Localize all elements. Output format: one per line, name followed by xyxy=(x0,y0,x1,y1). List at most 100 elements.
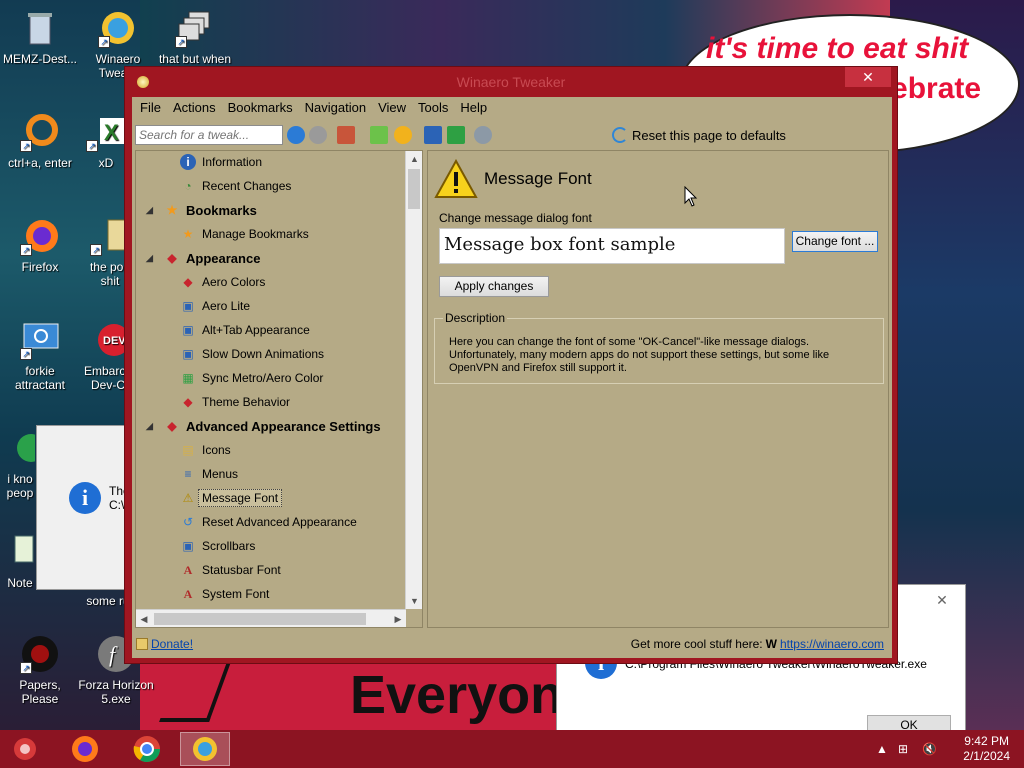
tree-horizontal-scrollbar[interactable]: ◀ ▶ xyxy=(136,609,406,627)
title-bar[interactable]: Winaero Tweaker ✕ xyxy=(125,67,897,97)
scroll-right-icon[interactable]: ▶ xyxy=(390,610,406,628)
tree-item-system-font[interactable]: A System Font xyxy=(180,583,273,605)
tree-item-bookmarks[interactable]: ◢ ★ Bookmarks xyxy=(146,199,261,221)
desktop-icon-firefox[interactable]: ↗ Firefox xyxy=(0,216,80,274)
volume-muted-icon[interactable]: 🔇 xyxy=(922,742,937,756)
tree-vertical-scrollbar[interactable]: ▲ ▼ xyxy=(405,151,422,609)
donate-link[interactable]: Donate! xyxy=(136,637,193,651)
tree-item-menus[interactable]: ≡ Menus xyxy=(180,463,242,485)
tree-item-message-font[interactable]: ⚠ Message Font xyxy=(180,487,283,509)
bubble-text: it's time to eat shit xyxy=(706,32,969,65)
window-icon: ▣ xyxy=(182,299,194,313)
gear-icon[interactable] xyxy=(474,126,492,144)
start-button[interactable] xyxy=(0,732,50,766)
palette-icon: ◆ xyxy=(183,275,193,289)
clock[interactable]: 9:42 PM 2/1/2024 xyxy=(963,734,1010,764)
menu-file[interactable]: File xyxy=(134,97,167,119)
shortcut-arrow-icon: ↗ xyxy=(86,140,98,152)
menu-navigation[interactable]: Navigation xyxy=(299,97,372,119)
palette-icon: ◆ xyxy=(183,395,193,409)
desktop-icon-papers-please[interactable]: ↗ Papers, Please xyxy=(0,634,80,706)
background-dialog-left[interactable]: i The C:\ xyxy=(36,425,136,590)
menu-help[interactable]: Help xyxy=(454,97,493,119)
chrome-icon xyxy=(133,736,161,763)
desktop-icon-memz[interactable]: MEMZ-Dest... xyxy=(0,8,80,66)
expand-arrow-icon[interactable]: ◢ xyxy=(146,205,153,216)
tree-item-slow-down-animations[interactable]: ▣ Slow Down Animations xyxy=(180,343,328,365)
tree-item-aero-lite[interactable]: ▣ Aero Lite xyxy=(180,295,254,317)
devcpp-icon: DEV xyxy=(88,320,130,360)
warning-icon xyxy=(434,159,478,198)
taskbar-winaero[interactable] xyxy=(180,732,230,766)
tree-item-aero-colors[interactable]: ◆ Aero Colors xyxy=(180,271,269,293)
tree-item-reset-advanced-appearance[interactable]: ↺ Reset Advanced Appearance xyxy=(180,511,361,533)
scroll-thumb[interactable] xyxy=(408,169,420,209)
window-title: Winaero Tweaker xyxy=(456,74,566,90)
network-icon[interactable]: ⊞ xyxy=(898,742,908,756)
firefox-icon: ↗ xyxy=(20,216,60,256)
mouse-cursor-icon xyxy=(684,186,698,207)
tree-item-statusbar-font[interactable]: A Statusbar Font xyxy=(180,559,285,581)
description-text: Here you can change the font of some "OK… xyxy=(449,336,830,374)
tree-item-sync-metro-aero-color[interactable]: ▦ Sync Metro/Aero Color xyxy=(180,367,327,389)
tree-item-appearance[interactable]: ◢ ◆ Appearance xyxy=(146,247,264,269)
scroll-up-icon[interactable]: ▲ xyxy=(406,151,423,167)
winaero-link[interactable]: https://winaero.com xyxy=(780,637,884,651)
info-icon: i xyxy=(69,482,101,514)
tree-item-scrollbars[interactable]: ▣ Scrollbars xyxy=(180,535,259,557)
folder-icon: ▤ xyxy=(182,443,194,457)
menu-tools[interactable]: Tools xyxy=(412,97,454,119)
tree-item-label: Icons xyxy=(202,443,231,457)
checkmark-icon[interactable] xyxy=(447,126,465,144)
tree-item-advanced-appearance-settings[interactable]: ◢ ◆ Advanced Appearance Settings xyxy=(146,415,385,437)
taskbar-chrome[interactable] xyxy=(122,732,172,766)
desktop-icon-note[interactable]: Note xyxy=(0,532,40,590)
tree-item-label: Slow Down Animations xyxy=(202,347,325,361)
tree-item-manage-bookmarks[interactable]: ★ Manage Bookmarks xyxy=(180,223,313,245)
tree-item-icons[interactable]: ▤ Icons xyxy=(180,439,235,461)
winaero-tweaker-window: Winaero Tweaker ✕ File Actions Bookmarks… xyxy=(124,66,898,664)
description-legend: Description xyxy=(443,311,508,325)
home-icon[interactable] xyxy=(337,126,355,144)
tree-item-label: Recent Changes xyxy=(202,179,292,193)
close-icon[interactable]: ✕ xyxy=(927,589,957,611)
tree-item-alt-tab-appearance[interactable]: ▣ Alt+Tab Appearance xyxy=(180,319,314,341)
scroll-thumb[interactable] xyxy=(154,613,366,625)
bookmark-star-icon[interactable] xyxy=(394,126,412,144)
expand-arrow-icon[interactable]: ◢ xyxy=(146,421,153,432)
desktop-icon-forkie[interactable]: ↗ forkie attractant xyxy=(0,320,80,392)
tree-item-recent-changes[interactable]: ◔ Recent Changes xyxy=(180,175,295,197)
apply-changes-button[interactable]: Apply changes xyxy=(439,276,549,297)
back-icon[interactable] xyxy=(287,126,305,144)
close-button[interactable]: ✕ xyxy=(845,67,891,87)
reset-page-button[interactable]: Reset this page to defaults xyxy=(612,126,786,144)
donate-link-text[interactable]: Donate! xyxy=(151,637,193,651)
desktop-icon-that-but-when[interactable]: ↗ that but when xyxy=(155,8,235,66)
show-hidden-icons[interactable]: ▲ xyxy=(876,742,888,756)
desktop-icon-ctrl-a[interactable]: ↗ ctrl+a, enter xyxy=(0,112,80,170)
shortcut-icon[interactable] xyxy=(424,126,442,144)
forward-icon[interactable] xyxy=(309,126,327,144)
menu-icon: ≡ xyxy=(184,467,192,481)
taskbar-firefox[interactable] xyxy=(60,732,110,766)
chrome-icon xyxy=(5,428,45,468)
info-icon: i xyxy=(180,154,196,170)
status-bar: Donate! Get more cool stuff here: W http… xyxy=(132,631,892,657)
tree-item-theme-behavior[interactable]: ◆ Theme Behavior xyxy=(180,391,294,413)
shortcut-arrow-icon: ↗ xyxy=(20,662,32,674)
shortcut-arrow-icon: ↗ xyxy=(90,244,102,256)
expand-arrow-icon[interactable]: ◢ xyxy=(146,253,153,264)
tree-item-information[interactable]: i Information xyxy=(180,151,266,173)
menu-actions[interactable]: Actions xyxy=(167,97,222,119)
palette-icon: ◆ xyxy=(167,251,177,265)
search-input[interactable] xyxy=(135,125,283,145)
scroll-down-icon[interactable]: ▼ xyxy=(406,593,423,609)
menu-view[interactable]: View xyxy=(372,97,412,119)
add-bookmark-icon[interactable] xyxy=(370,126,388,144)
menu-bookmarks[interactable]: Bookmarks xyxy=(222,97,299,119)
desktop-icon-i-know[interactable]: i kno peop xyxy=(0,428,45,500)
tree-item-label: Theme Behavior xyxy=(202,395,291,409)
scroll-left-icon[interactable]: ◀ xyxy=(136,610,152,628)
change-font-button[interactable]: Change font ... xyxy=(792,231,878,252)
page-title: Message Font xyxy=(484,169,592,188)
